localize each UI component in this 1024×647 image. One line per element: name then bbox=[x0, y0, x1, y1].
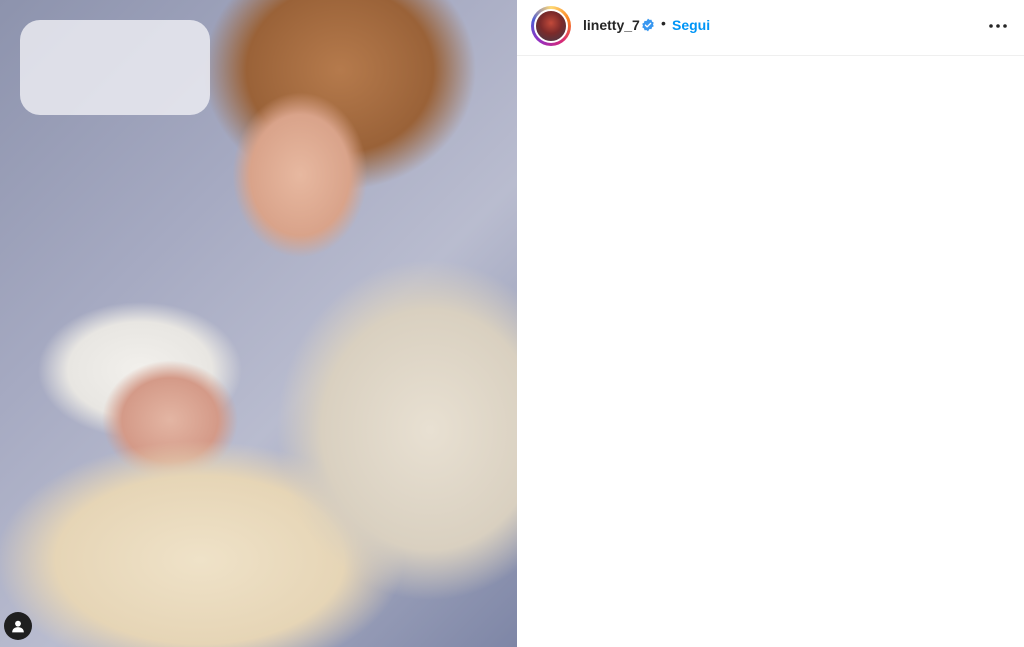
post-header: linetty_7 • Segui bbox=[517, 0, 1024, 56]
more-options-button[interactable] bbox=[986, 14, 1010, 38]
background-logo bbox=[20, 20, 210, 115]
post-photo[interactable] bbox=[0, 0, 517, 647]
username-link[interactable]: linetty_7 bbox=[583, 17, 640, 33]
profile-picture bbox=[534, 9, 568, 43]
post-side-panel: linetty_7 • Segui bbox=[517, 0, 1024, 647]
verified-badge-icon bbox=[642, 18, 654, 32]
user-icon bbox=[12, 620, 24, 633]
more-options-icon bbox=[989, 24, 1007, 28]
tagged-user-button[interactable] bbox=[4, 612, 32, 640]
follow-button[interactable]: Segui bbox=[672, 17, 710, 33]
separator-dot: • bbox=[661, 15, 666, 31]
avatar[interactable] bbox=[531, 6, 571, 46]
